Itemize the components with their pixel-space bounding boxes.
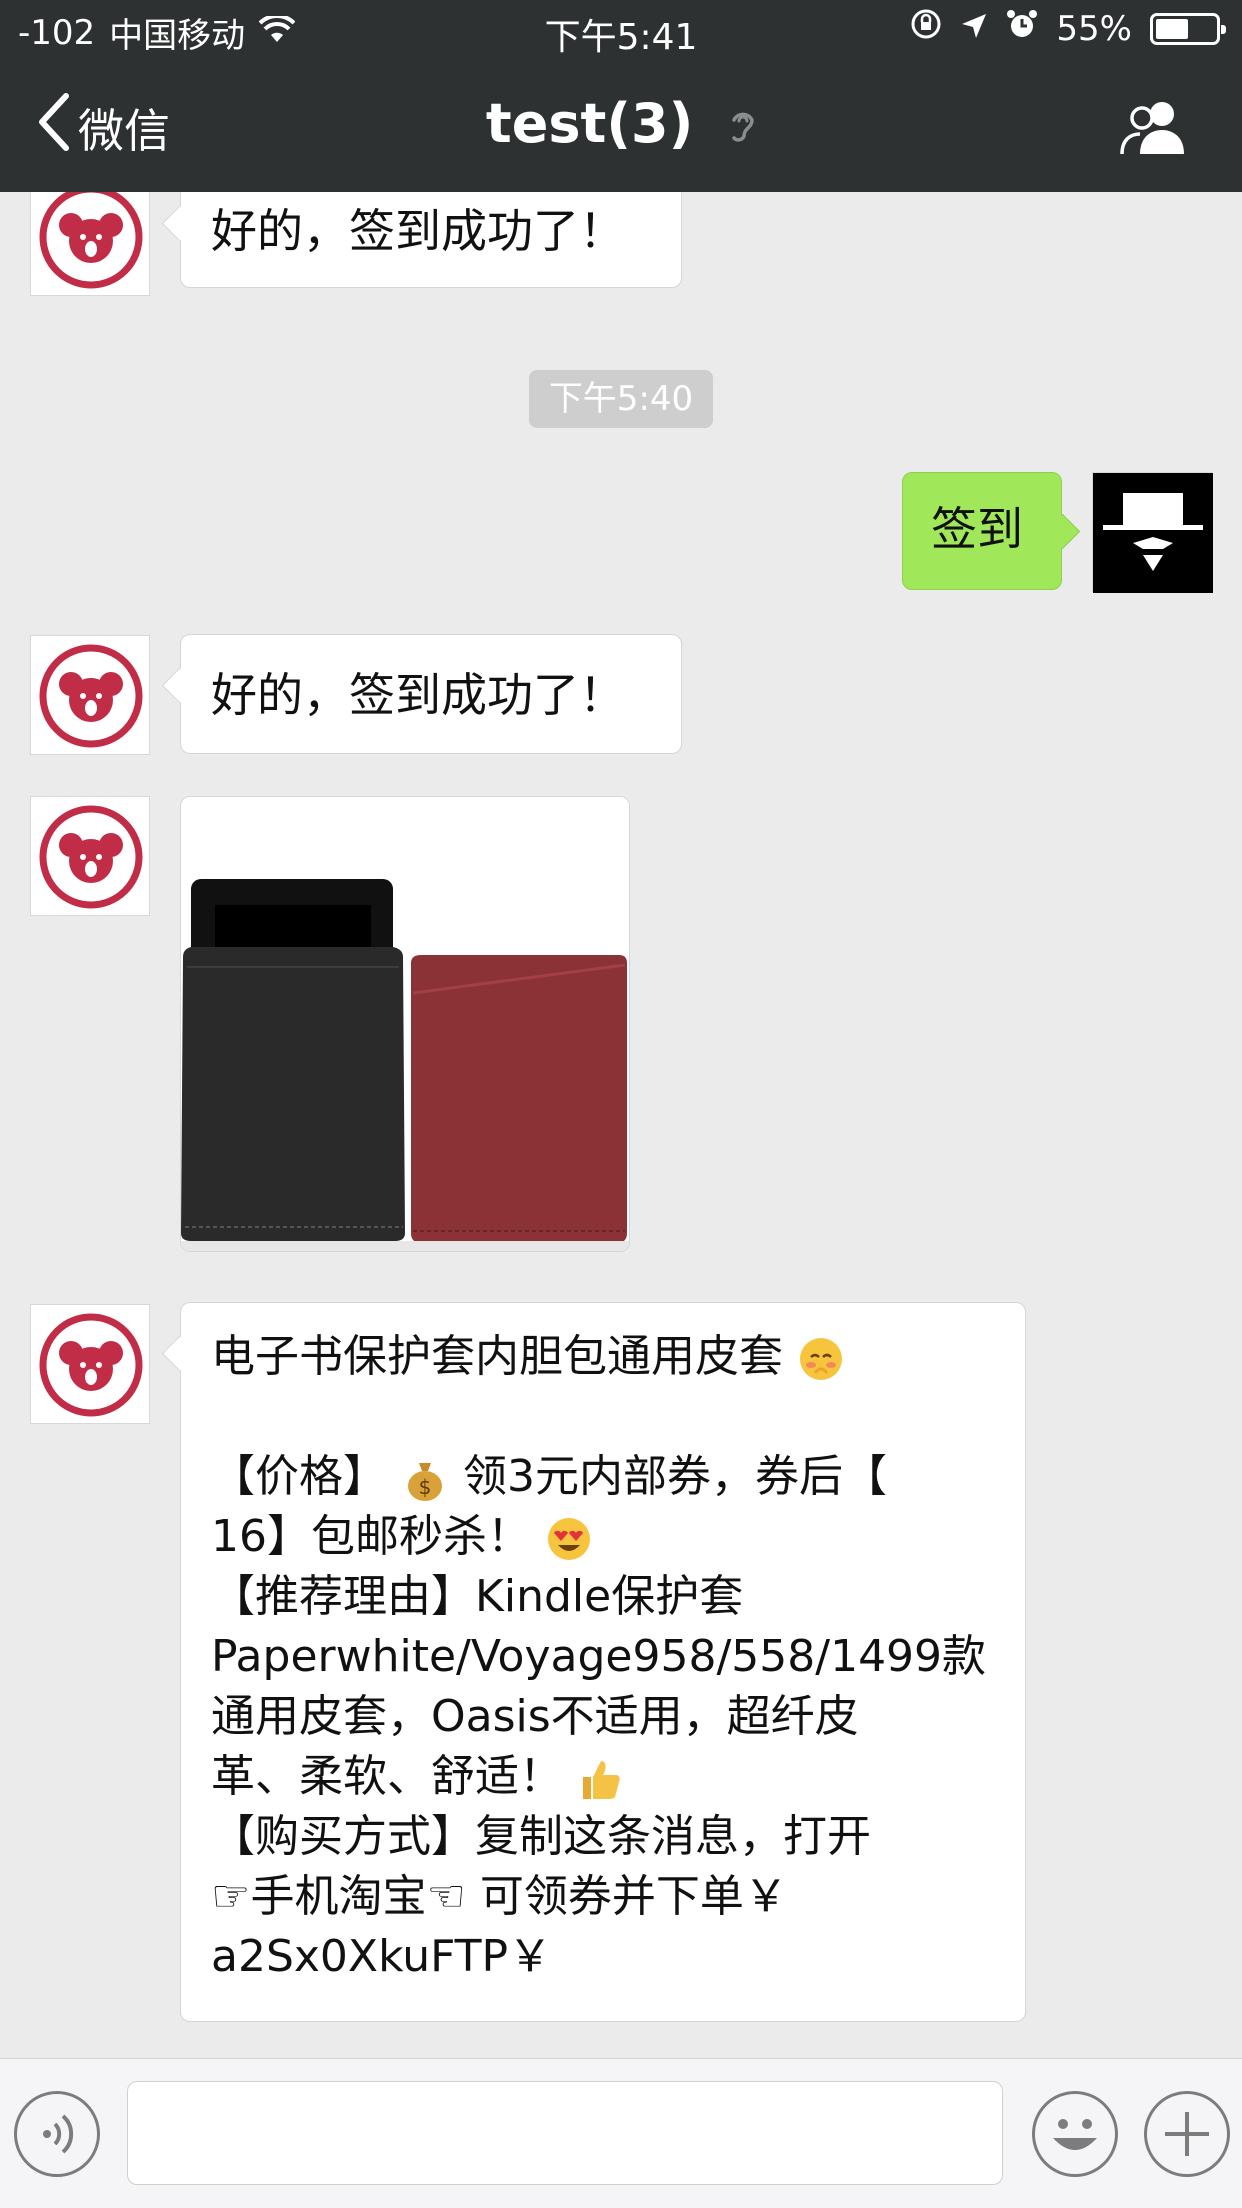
- message-bubble[interactable]: 好的，签到成功了！: [180, 634, 682, 754]
- top-bar: -102 中国移动 下午5:41 55% 微信 test(3): [0, 0, 1242, 192]
- thumbs-up-emoji-icon: [583, 1761, 620, 1799]
- avatar[interactable]: [30, 192, 150, 296]
- promo-message-bubble[interactable]: 电子书保护套内胆包通用皮套 【价格】 $ 领3元内部券，券后【 16】包邮秒杀！…: [180, 1302, 1026, 2022]
- nav-bar: 微信 test(3): [0, 62, 1242, 192]
- more-button[interactable]: [1144, 2091, 1230, 2177]
- battery-icon: [1150, 12, 1226, 45]
- message-text: 好的，签到成功了！: [211, 668, 625, 722]
- self-avatar[interactable]: [1092, 472, 1213, 593]
- message-input[interactable]: [127, 2081, 1003, 2185]
- message-line: 【推荐理由】Kindle保护套: [211, 1571, 744, 1622]
- message-line: 电子书保护套内胆包通用皮套: [211, 1327, 995, 1387]
- message-line: 16】包邮秒杀！: [211, 1507, 995, 1567]
- message-line: 【价格】 $ 领3元内部券，券后【: [211, 1451, 887, 1502]
- message-text: 签到: [931, 502, 1023, 556]
- svg-text:$: $: [419, 1475, 432, 1499]
- money-bag-emoji-icon: $: [408, 1463, 442, 1501]
- message-bubble[interactable]: 好的，签到成功了！: [180, 192, 682, 288]
- chat-title-wrap: test(3): [0, 92, 1242, 159]
- hat-man-avatar-icon: [1093, 473, 1213, 593]
- image-message[interactable]: [180, 796, 630, 1252]
- rotation-lock-icon: [910, 8, 942, 49]
- voice-icon: [43, 2114, 74, 2154]
- tablet-sleeves-image: [181, 797, 629, 1251]
- contacts-icon: [1118, 102, 1192, 162]
- avatar[interactable]: [30, 1304, 150, 1424]
- message-line: 通用皮套，Oasis不适用，超纤皮: [211, 1691, 859, 1742]
- group-info-button[interactable]: [1118, 98, 1192, 158]
- shy-face-emoji-icon: [800, 1338, 842, 1380]
- timestamp: 下午5:40: [529, 370, 713, 428]
- message-line: 【购买方式】复制这条消息，打开: [211, 1811, 871, 1862]
- message-bubble-self[interactable]: 签到: [902, 472, 1062, 590]
- message-line: 革、柔软、舒适！: [211, 1747, 995, 1807]
- status-bar: -102 中国移动 下午5:41 55%: [0, 0, 1242, 62]
- message-line: ☞手机淘宝☜ 可领券并下单￥: [211, 1871, 788, 1922]
- koala-logo: [39, 1313, 143, 1417]
- battery-percent: 55%: [1056, 8, 1132, 49]
- location-icon: [960, 9, 988, 49]
- message-line: a2Sx0XkuFTP￥: [211, 1931, 553, 1982]
- ear-icon: [728, 96, 756, 159]
- emoji-button[interactable]: [1032, 2091, 1118, 2177]
- alarm-icon: [1006, 8, 1038, 49]
- chat-title: test(3): [485, 92, 694, 155]
- smiley-icon: [1053, 2119, 1097, 2150]
- koala-logo: [39, 805, 143, 909]
- heart-eyes-emoji-icon: [548, 1518, 590, 1560]
- plus-icon: [1165, 2112, 1209, 2156]
- message-line: Paperwhite/Voyage958/558/1499款: [211, 1631, 987, 1682]
- koala-logo: [39, 192, 143, 289]
- avatar[interactable]: [30, 796, 150, 916]
- message-text: 好的，签到成功了！: [211, 204, 625, 258]
- voice-button[interactable]: [14, 2091, 100, 2177]
- avatar[interactable]: [30, 635, 150, 755]
- input-bar: [0, 2058, 1242, 2208]
- koala-logo: [39, 644, 143, 748]
- chat-area[interactable]: 好的，签到成功了！ 下午5:40 签到 好的，签到成功了！ 电子书保护套内胆包通…: [0, 192, 1242, 2058]
- battery-fill: [1156, 18, 1188, 39]
